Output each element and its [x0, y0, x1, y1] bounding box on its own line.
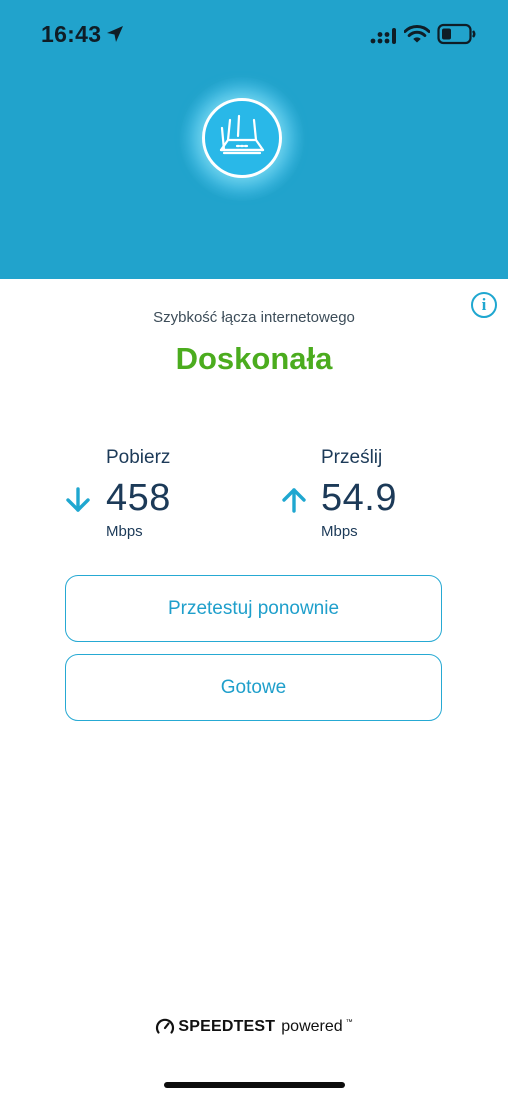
speedtest-result-screen: 16:43 i Szybkość łącza internetowego Dos… — [0, 0, 508, 1100]
router-icon — [219, 114, 265, 155]
speedtest-brand: SPEEDTEST — [178, 1018, 276, 1035]
upload-value: 54.9 — [321, 477, 397, 519]
upload-label: Prześlij — [321, 447, 383, 468]
speed-rating: Doskonała — [175, 341, 333, 376]
powered-text: powered — [281, 1018, 343, 1035]
retest-button-label: Przetestuj ponownie — [167, 597, 340, 619]
result-subtitle: Szybkość łącza internetowego — [153, 309, 355, 326]
speedtest-powered-footer: SPEEDTEST powered ™ — [0, 1015, 508, 1039]
status-time: 16:43 — [41, 21, 102, 47]
download-value: 458 — [106, 477, 171, 519]
upload-unit: Mbps — [321, 523, 358, 540]
home-indicator[interactable] — [164, 1082, 345, 1088]
cellular-signal-icon — [370, 28, 396, 44]
download-unit: Mbps — [106, 523, 143, 540]
status-bar: 16:43 — [0, 0, 508, 70]
wifi-icon — [404, 25, 430, 43]
trademark-mark: ™ — [345, 1018, 353, 1026]
done-button-label: Gotowe — [220, 676, 287, 698]
header-banner: 16:43 — [0, 0, 508, 279]
battery-icon — [437, 23, 476, 45]
retest-button[interactable]: Przetestuj ponownie — [65, 575, 442, 642]
speedometer-icon — [156, 1018, 175, 1034]
location-arrow-icon — [107, 26, 123, 42]
done-button[interactable]: Gotowe — [65, 654, 442, 721]
arrow-down-icon — [66, 487, 90, 512]
arrow-up-icon — [282, 488, 306, 513]
download-label: Pobierz — [106, 447, 171, 468]
